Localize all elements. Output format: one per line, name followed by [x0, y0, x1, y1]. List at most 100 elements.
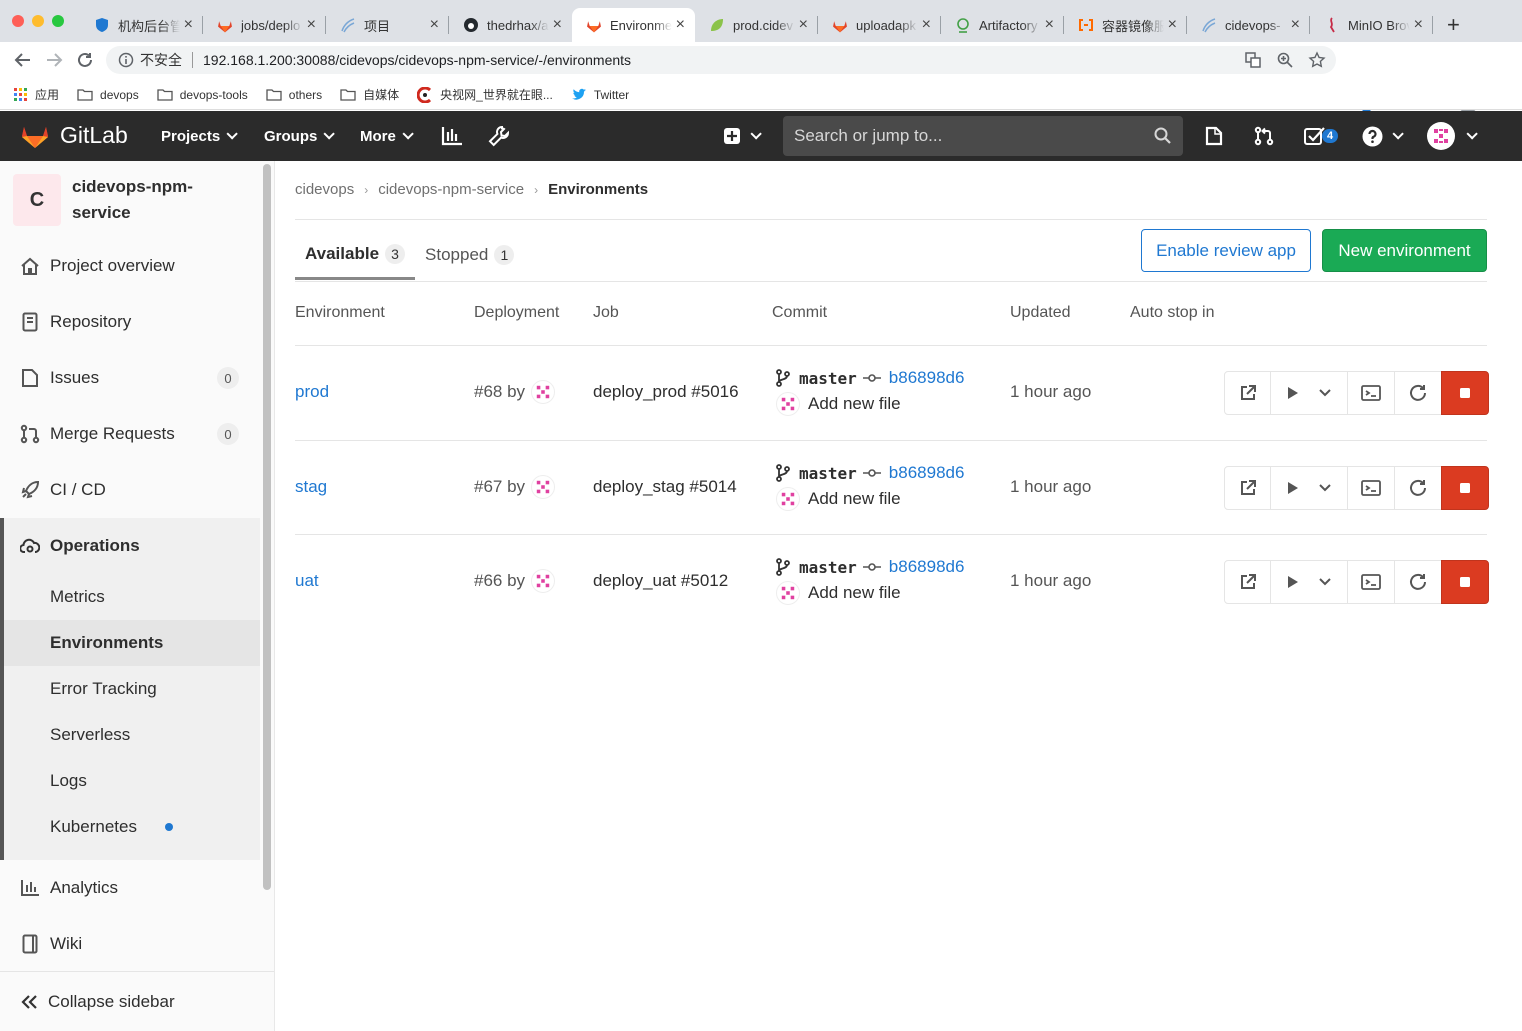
close-tab-icon[interactable]: ×: [922, 16, 931, 34]
gitlab-home-link[interactable]: GitLab: [20, 121, 128, 149]
browser-tab[interactable]: uploadapk ×: [818, 8, 941, 42]
bookmark-others[interactable]: others: [266, 88, 322, 102]
zoom-icon[interactable]: [1276, 51, 1294, 69]
help-dropdown[interactable]: [1362, 111, 1404, 161]
collapse-sidebar-button[interactable]: Collapse sidebar: [0, 971, 274, 1031]
forward-button[interactable]: [43, 49, 65, 71]
sidebar-subitem-kubernetes[interactable]: Kubernetes: [4, 804, 260, 850]
merge-requests-link[interactable]: [1254, 111, 1274, 161]
close-tab-icon[interactable]: ×: [1168, 16, 1177, 34]
enable-review-app-button[interactable]: Enable review app: [1141, 229, 1311, 272]
sidebar-item-operations[interactable]: Operations: [4, 526, 260, 566]
stop-environment-button[interactable]: [1441, 466, 1489, 510]
environment-link[interactable]: prod: [295, 382, 329, 402]
deploy-actions-dropdown[interactable]: [1270, 466, 1348, 510]
activity-chart-link[interactable]: [441, 111, 463, 161]
translate-icon[interactable]: [1244, 51, 1262, 69]
open-live-environment-button[interactable]: [1224, 466, 1271, 510]
projects-dropdown[interactable]: Projects: [161, 111, 238, 161]
environment-link[interactable]: uat: [295, 571, 319, 591]
maximize-window-button[interactable]: [52, 15, 64, 27]
job-link[interactable]: deploy_uat #5012: [593, 571, 728, 591]
environment-link[interactable]: stag: [295, 477, 327, 497]
browser-tab[interactable]: prod.cidev ×: [695, 8, 818, 42]
commit-message-link[interactable]: Add new file: [808, 583, 901, 603]
admin-area-link[interactable]: [488, 111, 510, 161]
user-menu-dropdown[interactable]: [1427, 111, 1478, 161]
sidebar-item-analytics[interactable]: Analytics: [0, 868, 260, 908]
branch-link[interactable]: master: [799, 558, 857, 577]
close-tab-icon[interactable]: ×: [676, 16, 685, 34]
close-tab-icon[interactable]: ×: [430, 16, 439, 34]
todos-link[interactable]: 4: [1304, 111, 1339, 161]
address-bar[interactable]: 不安全 192.168.1.200:30088/cidevops/cidevop…: [106, 46, 1336, 74]
branch-link[interactable]: master: [799, 464, 857, 483]
close-tab-icon[interactable]: ×: [184, 16, 193, 34]
commit-message-link[interactable]: Add new file: [808, 394, 901, 414]
new-dropdown[interactable]: [723, 111, 762, 161]
search-input[interactable]: Search or jump to...: [783, 116, 1183, 156]
reload-button[interactable]: [74, 49, 96, 71]
tab-stopped[interactable]: Stopped 1: [415, 230, 524, 280]
deployer-avatar[interactable]: [531, 380, 556, 404]
minimize-window-button[interactable]: [32, 15, 44, 27]
browser-tab[interactable]: jobs/deplo ×: [203, 8, 326, 42]
terminal-button[interactable]: [1347, 560, 1395, 604]
deployer-avatar[interactable]: [531, 475, 556, 499]
bookmark-devops[interactable]: devops: [77, 88, 139, 102]
browser-tab[interactable]: thedrhax/a ×: [449, 8, 572, 42]
deploy-actions-dropdown[interactable]: [1270, 371, 1348, 415]
new-environment-button[interactable]: New environment: [1322, 229, 1487, 272]
bookmark-apps[interactable]: 应用: [14, 86, 59, 103]
bookmark-devops-tools[interactable]: devops-tools: [157, 88, 248, 102]
browser-tab[interactable]: Artifactory ×: [941, 8, 1064, 42]
close-tab-icon[interactable]: ×: [1291, 16, 1300, 34]
branch-link[interactable]: master: [799, 369, 857, 388]
author-avatar[interactable]: [776, 487, 800, 511]
redeploy-button[interactable]: [1394, 560, 1442, 604]
browser-tab[interactable]: 项目 ×: [326, 8, 449, 42]
open-live-environment-button[interactable]: [1224, 560, 1271, 604]
close-tab-icon[interactable]: ×: [1414, 16, 1423, 34]
sidebar-subitem-environments[interactable]: Environments: [4, 620, 260, 666]
sidebar-subitem-error-tracking[interactable]: Error Tracking: [4, 666, 260, 712]
stop-environment-button[interactable]: [1441, 560, 1489, 604]
tab-available[interactable]: Available 3: [295, 230, 416, 280]
back-button[interactable]: [12, 49, 34, 71]
sidebar-item-project-overview[interactable]: Project overview: [0, 246, 260, 286]
breadcrumb-project-link[interactable]: cidevops-npm-service: [378, 181, 524, 198]
job-link[interactable]: deploy_stag #5014: [593, 477, 737, 497]
redeploy-button[interactable]: [1394, 466, 1442, 510]
breadcrumb-current[interactable]: Environments: [548, 181, 648, 198]
sidebar-subitem-logs[interactable]: Logs: [4, 758, 260, 804]
author-avatar[interactable]: [776, 581, 800, 605]
deploy-actions-dropdown[interactable]: [1270, 560, 1348, 604]
issues-link[interactable]: [1204, 111, 1224, 161]
sidebar-item-repository[interactable]: Repository: [0, 302, 260, 342]
sidebar-project-header[interactable]: C cidevops-npm-service: [13, 174, 222, 226]
close-tab-icon[interactable]: ×: [1045, 16, 1054, 34]
sidebar-item-wiki[interactable]: Wiki: [0, 924, 260, 964]
author-avatar[interactable]: [776, 392, 800, 416]
close-tab-icon[interactable]: ×: [307, 16, 316, 34]
sidebar-subitem-metrics[interactable]: Metrics: [4, 574, 260, 620]
commit-sha-link[interactable]: b86898d6: [889, 368, 965, 388]
browser-tab[interactable]: cidevops- ×: [1187, 8, 1310, 42]
commit-sha-link[interactable]: b86898d6: [889, 557, 965, 577]
open-live-environment-button[interactable]: [1224, 371, 1271, 415]
commit-sha-link[interactable]: b86898d6: [889, 463, 965, 483]
sidebar-item-merge-requests[interactable]: Merge Requests 0: [0, 414, 260, 454]
close-tab-icon[interactable]: ×: [799, 16, 808, 34]
close-tab-icon[interactable]: ×: [553, 16, 562, 34]
bookmark-twitter[interactable]: Twitter: [571, 88, 629, 102]
job-link[interactable]: deploy_prod #5016: [593, 382, 739, 402]
close-window-button[interactable]: [12, 15, 24, 27]
groups-dropdown[interactable]: Groups: [264, 111, 336, 161]
more-dropdown[interactable]: More: [360, 111, 414, 161]
browser-tab[interactable]: 机构后台管 ×: [80, 8, 203, 42]
browser-tab-active[interactable]: Environme ×: [572, 8, 695, 42]
stop-environment-button[interactable]: [1441, 371, 1489, 415]
new-tab-button[interactable]: +: [1447, 12, 1460, 38]
sidebar-item-ci-cd[interactable]: CI / CD: [0, 470, 260, 510]
sidebar-item-issues[interactable]: Issues 0: [0, 358, 260, 398]
